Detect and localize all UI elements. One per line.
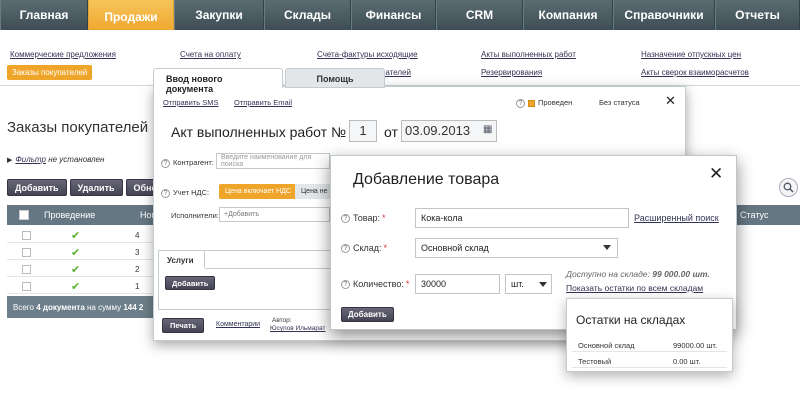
help-icon: ?	[161, 188, 170, 198]
tab-new-document[interactable]: Ввод нового документа	[153, 68, 283, 94]
add-product-title: Добавление товара	[353, 171, 500, 188]
conducted-toggle[interactable]: ? Проведен	[516, 98, 572, 108]
add-order-button[interactable]: Добавить	[7, 179, 67, 196]
contractor-input[interactable]: Введите наименование для поиска	[216, 153, 330, 169]
filter-status: не установлен	[48, 155, 105, 164]
tab-help[interactable]: Помощь	[285, 68, 385, 88]
vat-excluded-toggle[interactable]: Цена не	[295, 184, 330, 199]
filter-link[interactable]: Фильтр	[15, 155, 46, 164]
document-type-heading: Акт выполненных работ	[171, 124, 328, 140]
vat-included-toggle[interactable]: Цена включает НДС	[219, 184, 298, 199]
nav-item-company[interactable]: Компания	[523, 0, 613, 30]
submenu-completed-works[interactable]: Акты выполненных работ	[481, 50, 576, 59]
delete-order-button[interactable]: Удалить	[69, 179, 123, 196]
add-service-button[interactable]: Добавить	[165, 276, 216, 290]
quantity-input[interactable]: 30000	[415, 274, 500, 294]
nav-item-main[interactable]: Главная	[0, 0, 88, 30]
add-product-button[interactable]: Добавить	[341, 307, 394, 322]
product-label: ? Товар: *	[341, 213, 386, 224]
row-checkbox[interactable]	[22, 265, 31, 274]
show-all-stock-link[interactable]: Показать остатки по всем складам	[566, 283, 703, 293]
table-footer-summary: Всего 4 документа на сумму 144 2	[7, 296, 157, 318]
advanced-search-link[interactable]: Расширенный поиск	[634, 213, 719, 223]
performers-label: Исполнители:	[171, 211, 219, 220]
product-input[interactable]: Кока-кола	[415, 208, 629, 228]
submenu-outgoing-invoices-partial[interactable]: пателей	[381, 68, 411, 77]
vat-label: ? Учет НДС:	[161, 188, 209, 198]
submenu-invoices[interactable]: Счета на оплату	[180, 50, 241, 59]
nav-item-crm[interactable]: CRM	[436, 0, 523, 30]
search-icon[interactable]	[779, 178, 798, 197]
send-sms-link[interactable]: Отправить SMS	[163, 98, 219, 107]
unit-select[interactable]: шт.	[505, 274, 552, 294]
document-number-input[interactable]: 1	[349, 120, 377, 142]
chevron-down-icon	[603, 245, 611, 250]
table-row[interactable]: ✔ 2	[7, 262, 157, 277]
list-item: Основной склад 99000.00 шт.	[572, 337, 727, 352]
conducted-check-icon: ✔	[71, 264, 81, 276]
chevron-down-icon	[539, 282, 547, 287]
nav-item-purchases[interactable]: Закупки	[174, 0, 264, 30]
submenu-outgoing-invoices[interactable]: Счета-фактуры исходящие	[317, 50, 418, 59]
top-navigation: Главная Продажи Закупки Склады Финансы C…	[0, 0, 800, 34]
quantity-label: ? Количество: *	[341, 279, 409, 290]
row-checkbox[interactable]	[22, 248, 31, 257]
author-name-link[interactable]: Юсупов Ильмарат	[270, 325, 325, 332]
nav-item-warehouses[interactable]: Склады	[264, 0, 351, 30]
document-tabs: Ввод нового документа Помощь	[153, 68, 385, 94]
row-number: 2	[135, 265, 140, 274]
help-icon: ?	[161, 158, 170, 168]
performers-input[interactable]: + Добавить	[219, 207, 330, 222]
warehouse-label: ? Склад: *	[341, 243, 387, 254]
submenu-reservations[interactable]: Резервирования	[481, 68, 542, 77]
stock-panel-title: Остатки на складах	[576, 313, 686, 327]
print-button[interactable]: Печать	[162, 318, 205, 333]
conducted-check-icon: ✔	[71, 230, 81, 242]
close-icon[interactable]: ✕	[709, 164, 723, 184]
contractor-label: ?Контрагент:*	[161, 158, 219, 168]
comments-link[interactable]: Комментарии	[216, 321, 260, 328]
column-status[interactable]: Статус	[740, 210, 768, 220]
table-row[interactable]: ✔ 4	[7, 228, 157, 243]
document-status[interactable]: Без статуса	[599, 98, 640, 107]
number-label: №	[331, 124, 347, 140]
tab-services[interactable]: Услуги	[159, 251, 205, 269]
select-all-checkbox[interactable]	[19, 210, 29, 220]
submenu-commercial-offers[interactable]: Коммерческие предложения	[10, 50, 116, 59]
page-title: Заказы покупателей	[7, 119, 149, 136]
warehouse-select[interactable]: Основной склад	[415, 238, 618, 258]
available-stock-text: Доступно на складе: 99 000.00 шт.	[566, 269, 710, 279]
calendar-icon[interactable]: ▦	[483, 124, 492, 135]
nav-item-reports[interactable]: Отчеты	[715, 0, 800, 30]
author-label: Автор:	[272, 317, 292, 324]
expand-triangle-icon[interactable]: ▶	[7, 157, 12, 164]
date-label: от	[384, 124, 398, 140]
help-icon: ?	[341, 214, 350, 224]
table-row[interactable]: ✔ 3	[7, 245, 157, 260]
help-icon: ?	[341, 280, 350, 290]
row-checkbox[interactable]	[22, 282, 31, 291]
conducted-check-icon: ✔	[71, 281, 81, 293]
submenu-release-prices[interactable]: Назначение отпускных цен	[641, 50, 741, 59]
help-icon: ?	[341, 244, 350, 254]
nav-item-sales[interactable]: Продажи	[88, 0, 174, 34]
list-item: Тестовый 0.00 шт.	[572, 353, 727, 368]
action-bar: Добавить Удалить Обно	[7, 179, 166, 196]
row-number: 1	[135, 282, 140, 291]
submenu-customer-orders[interactable]: Заказы покупателей	[7, 65, 93, 80]
close-icon[interactable]: ✕	[665, 93, 676, 109]
row-number: 4	[135, 231, 140, 240]
send-email-link[interactable]: Отправить Email	[234, 98, 292, 107]
help-icon: ?	[516, 98, 525, 108]
row-checkbox[interactable]	[22, 231, 31, 240]
nav-item-finance[interactable]: Финансы	[351, 0, 436, 30]
row-number: 3	[135, 248, 140, 257]
conducted-checkbox[interactable]	[528, 99, 535, 107]
nav-item-references[interactable]: Справочники	[613, 0, 715, 30]
table-row[interactable]: ✔ 1	[7, 279, 157, 294]
column-conducted[interactable]: Проведение	[44, 210, 95, 220]
submenu-reconciliation[interactable]: Акты сверок взаиморасчетов	[641, 68, 749, 77]
filter-line: ▶ Фильтр не установлен	[7, 155, 104, 164]
conducted-check-icon: ✔	[71, 247, 81, 259]
